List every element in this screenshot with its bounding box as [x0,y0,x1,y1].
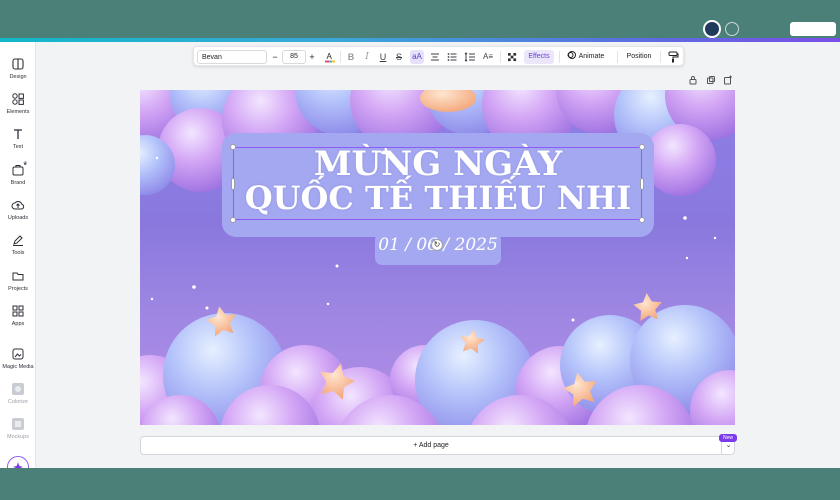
folder-icon [12,272,24,281]
toolbar-divider [340,51,341,63]
align-center-icon[interactable] [428,50,442,64]
rotate-handle-icon[interactable]: ↻ [431,239,443,251]
selection-box [233,147,642,220]
shapes-icon [12,93,24,105]
font-size-decrease-button[interactable]: − [269,50,281,64]
magic-media-icon [12,348,24,360]
design-canvas[interactable]: MỪNG NGÀY QUỐC TẾ THIẾU NHI 01 / 06 / 20… [140,90,735,425]
text-color-button[interactable]: A [323,50,337,64]
text-color-icon: A [325,52,335,63]
duplicate-page-icon[interactable] [706,75,716,85]
transparency-icon[interactable] [505,50,519,64]
add-page-button[interactable]: + Add page [141,437,721,454]
toolbar-divider [660,51,661,63]
resize-handle-right[interactable] [640,178,644,190]
toolbar-divider [617,51,618,63]
resize-handle-left[interactable] [231,178,235,190]
copy-style-glyph [668,51,679,63]
position-button[interactable]: Position [622,50,656,64]
sidebar-item-brand[interactable]: ♛ Brand [0,158,36,192]
pen-icon [13,235,23,246]
text-case-icon[interactable]: aA [410,50,424,64]
add-page-bar[interactable]: + Add page ⌄ [140,436,735,455]
resize-handle-bottom-right[interactable] [639,217,645,223]
new-badge: New [719,434,737,442]
checker-glyph [508,53,517,62]
resize-handle-bottom-left[interactable] [230,217,236,223]
sidebar-item-elements[interactable]: Elements [0,87,36,121]
list-icon[interactable] [445,50,459,64]
sidebar-item-label: Projects [8,286,28,292]
share-button[interactable] [790,22,836,36]
crown-icon: ♛ [23,161,28,167]
sidebar-item-label: Brand [10,180,26,186]
svg-text:A: A [327,52,333,61]
paint-roller-icon[interactable] [666,50,680,64]
effects-button[interactable]: Effects [524,50,554,64]
colorize-icon [12,383,24,395]
font-family-select[interactable]: Bevan [197,50,267,64]
lock-icon[interactable] [688,75,698,85]
curved-text-icon[interactable]: A≡ [481,50,495,64]
header-button[interactable] [725,22,739,36]
animate-label: Animate [578,53,605,60]
toolbar-divider [500,51,501,63]
avatar[interactable] [703,20,721,38]
sidebar-item-label: Magic Media [2,364,34,370]
add-page-icon[interactable] [723,75,733,85]
toolbar-divider [559,51,560,63]
sidebar-item-label: Colorize [7,399,29,405]
bold-icon[interactable]: B [344,50,358,64]
spacing-icon[interactable] [463,50,477,64]
font-size-input[interactable]: 85 [282,50,306,64]
sidebar-item-apps[interactable]: Apps [0,299,36,333]
apps-grid-icon [12,305,24,317]
sidebar-item-magic-media[interactable]: Magic Media [0,342,36,376]
sidebar-item-colorize[interactable]: Colorize [0,377,36,411]
animate-icon [567,51,576,59]
animate-button[interactable]: Animate [567,50,613,64]
bottom-strip [0,468,840,500]
sidebar-item-design[interactable]: Design [0,52,36,86]
list-glyph [447,53,457,61]
text-toolbar: Bevan − 85 + A B I U S aA A≡ Effects Ani… [193,46,684,66]
font-size-increase-button[interactable]: + [306,50,318,64]
sidebar-item-tools[interactable]: Tools [0,228,36,262]
sidebar-item-label: Tools [11,250,25,256]
cloud-upload-icon [11,201,25,210]
top-bar [0,0,840,42]
sidebar-item-text[interactable]: Text [0,122,36,156]
underline-icon[interactable]: U [376,50,390,64]
sidebar-item-label: Mockups [6,434,29,440]
text-icon [14,129,22,139]
sidebar-item-label: Text [12,144,24,150]
spacing-glyph [464,52,475,62]
resize-handle-top-right[interactable] [639,144,645,150]
sidebar-item-mockups[interactable]: Mockups [0,412,36,446]
resize-handle-top-left[interactable] [230,144,236,150]
sidebar-item-label: Uploads [7,215,29,221]
layout-icon [12,58,24,70]
sidebar-item-label: Elements [6,109,30,115]
sidebar-item-uploads[interactable]: Uploads [0,193,36,227]
sidebar-item-label: Design [9,74,27,80]
align-center-glyph [431,53,439,61]
mockups-icon [12,418,24,430]
strikethrough-icon[interactable]: S [392,50,406,64]
sidebar: Design Elements Text ♛ Brand Uploads Too… [0,42,36,468]
sidebar-item-label: Apps [11,321,25,327]
sidebar-item-projects[interactable]: Projects [0,264,36,298]
italic-icon[interactable]: I [360,50,374,64]
